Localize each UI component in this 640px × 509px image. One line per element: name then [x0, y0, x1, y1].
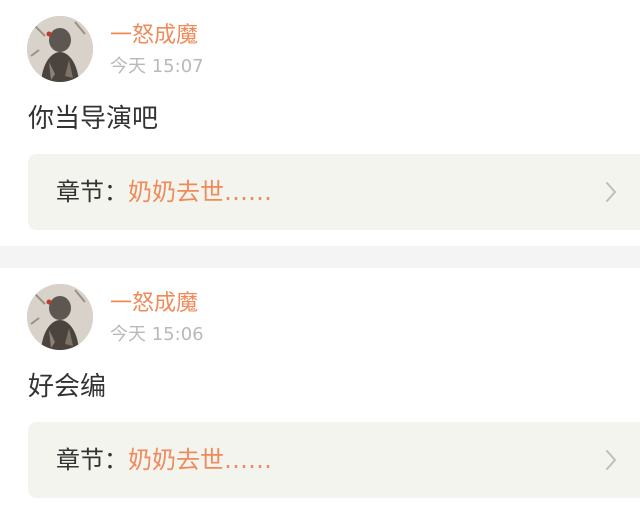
- avatar[interactable]: [27, 284, 93, 350]
- avatar-image: [27, 284, 93, 350]
- chapter-link[interactable]: 章节：奶奶去世……: [28, 154, 640, 230]
- username[interactable]: 一怒成魔: [110, 290, 198, 318]
- chapter-label: 章节：: [56, 446, 128, 474]
- chapter-label: 章节：: [56, 178, 128, 206]
- chapter-title: 奶奶去世……: [128, 178, 272, 206]
- chapter-label-row: 章节：奶奶去世……: [56, 442, 272, 478]
- card-separator: [0, 246, 640, 268]
- comment-card: 一怒成魔 今天 15:07 你当导演吧 章节：奶奶去世……: [0, 0, 640, 246]
- avatar-image: [27, 16, 93, 82]
- avatar[interactable]: [27, 16, 93, 82]
- chapter-label-row: 章节：奶奶去世……: [56, 174, 272, 210]
- comment-card: 一怒成魔 今天 15:06 好会编 章节：奶奶去世……: [0, 268, 640, 509]
- chapter-link[interactable]: 章节：奶奶去世……: [28, 422, 640, 498]
- username[interactable]: 一怒成魔: [110, 22, 198, 50]
- chevron-right-icon: [604, 448, 618, 472]
- comment-feed: 一怒成魔 今天 15:07 你当导演吧 章节：奶奶去世…… 一怒成魔 今天 15…: [0, 0, 640, 509]
- timestamp: 今天 15:07: [110, 56, 204, 77]
- chapter-title: 奶奶去世……: [128, 446, 272, 474]
- comment-text: 你当导演吧: [28, 104, 159, 134]
- timestamp: 今天 15:06: [110, 324, 204, 345]
- chevron-right-icon: [604, 180, 618, 204]
- comment-text: 好会编: [28, 372, 107, 402]
